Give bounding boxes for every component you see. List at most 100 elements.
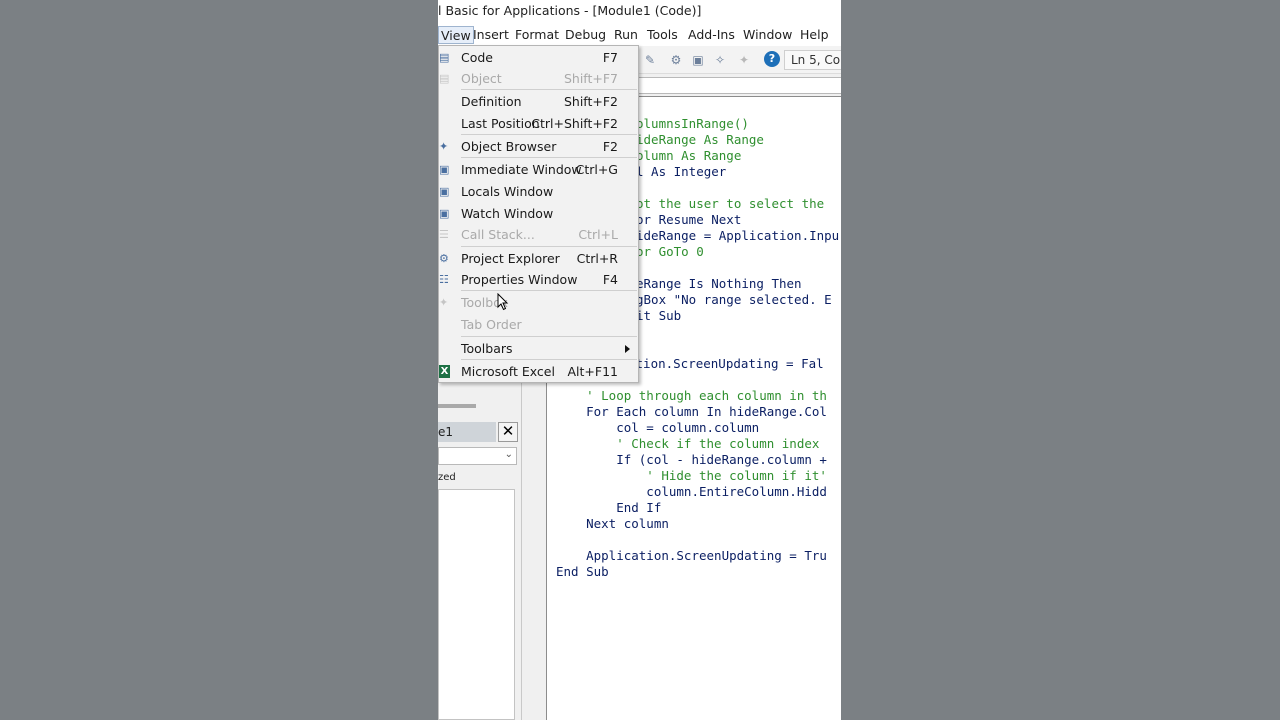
- menu-item-shortcut: Alt+F11: [567, 364, 619, 379]
- help-icon[interactable]: ?: [764, 51, 780, 67]
- menu-separator: [461, 89, 637, 90]
- menu-item-definition[interactable]: Definition Shift+F2: [439, 92, 638, 112]
- locals-window-icon: ▣: [439, 185, 450, 198]
- menu-item-shortcut: Ctrl+R: [576, 251, 618, 266]
- menu-item-toolbars[interactable]: Toolbars: [439, 339, 638, 359]
- menu-item-microsoft-excel[interactable]: X Microsoft Excel Alt+F11: [439, 362, 638, 382]
- code-line: or GoTo 0: [636, 244, 704, 259]
- code-line: column.EntireColumn.Hidd: [556, 484, 827, 499]
- project-explorer-icon[interactable]: ⚙: [668, 52, 684, 68]
- code-line: olumnsInRange(): [636, 116, 749, 131]
- object-icon: ▤: [439, 72, 450, 85]
- menu-item-call-stack: ☰ Call Stack... Ctrl+L: [439, 225, 638, 245]
- menu-item-shortcut: Ctrl+Shift+F2: [531, 116, 618, 131]
- menu-item-shortcut: F4: [602, 272, 618, 287]
- menu-item-label: Object Browser: [461, 139, 557, 154]
- menu-item-label: Call Stack...: [461, 227, 535, 242]
- submenu-arrow-icon: [625, 345, 630, 353]
- menu-separator: [461, 134, 637, 135]
- menu-item-code[interactable]: ▤ Code F7: [439, 48, 638, 68]
- menu-item-last-position[interactable]: Last Position Ctrl+Shift+F2: [439, 114, 638, 134]
- code-line: For Each column In hideRange.Col: [556, 404, 827, 419]
- menu-item-label: Microsoft Excel: [461, 364, 555, 379]
- code-window-icon: ▤: [439, 51, 450, 64]
- code-line: Application.ScreenUpdating = Tru: [556, 548, 827, 563]
- menu-item-shortcut: Ctrl+L: [578, 227, 618, 242]
- design-mode-icon[interactable]: ✎: [642, 52, 658, 68]
- menu-separator: [461, 336, 637, 337]
- menu-item-tab-order: Tab Order: [439, 315, 638, 335]
- menu-item-shortcut: Ctrl+G: [575, 162, 618, 177]
- menu-item-label: Locals Window: [461, 184, 554, 199]
- menu-item-object: ▤ Object Shift+F7: [439, 69, 638, 89]
- object-combo[interactable]: ⌄: [438, 447, 517, 465]
- menu-item-label: Last Position: [461, 116, 540, 131]
- code-line: ' Check if the column index: [556, 436, 820, 451]
- properties-tab[interactable]: zed: [438, 472, 456, 483]
- toolbox-icon: ✦: [439, 296, 449, 309]
- menu-item-immediate-window[interactable]: ▣ Immediate Window Ctrl+G: [439, 160, 638, 180]
- code-line: ideRange As Range: [636, 132, 764, 147]
- excel-icon: X: [439, 365, 450, 378]
- properties-icon[interactable]: ▣: [690, 52, 706, 68]
- view-menu: ▤ Code F7 ▤ Object Shift+F7 Definition Shift+F2…: [438, 45, 639, 383]
- code-line: gBox "No range selected. E: [636, 292, 832, 307]
- pane-splitter[interactable]: [438, 404, 476, 408]
- chevron-down-icon: ⌄: [504, 449, 513, 460]
- properties-title: e1: [438, 422, 496, 442]
- watch-window-icon: ▣: [439, 207, 450, 220]
- code-line: ' Loop through each column in th: [556, 388, 827, 403]
- menu-item-label: Project Explorer: [461, 251, 560, 266]
- menu-addins[interactable]: Add-Ins: [686, 26, 737, 44]
- menu-item-label: Toolbars: [461, 341, 513, 356]
- code-line: ation.ScreenUpdating = Fal: [628, 356, 824, 371]
- code-line: If (col - hideRange.column +: [556, 452, 827, 467]
- procedure-combo[interactable]: [638, 77, 841, 94]
- menu-item-label: Object: [461, 71, 502, 86]
- menu-format[interactable]: Format: [513, 26, 561, 44]
- code-line: it Sub: [636, 308, 682, 323]
- mouse-cursor-icon: [497, 293, 509, 311]
- menu-item-properties-window[interactable]: ☷ Properties Window F4: [439, 270, 638, 290]
- toolbox-icon[interactable]: ✦: [736, 52, 752, 68]
- menu-window[interactable]: Window: [741, 26, 794, 44]
- code-line: l As Integer: [636, 164, 727, 179]
- menu-help[interactable]: Help: [798, 26, 831, 44]
- cursor-position: Ln 5, Col: [784, 50, 841, 70]
- code-line: ot the user to select the: [636, 196, 825, 211]
- menu-item-watch-window[interactable]: ▣ Watch Window: [439, 204, 638, 224]
- menu-separator: [461, 246, 637, 247]
- menu-item-locals-window[interactable]: ▣ Locals Window: [439, 182, 638, 202]
- immediate-window-icon: ▣: [439, 163, 450, 176]
- menu-insert[interactable]: Insert: [471, 26, 511, 44]
- menu-item-label: Definition: [461, 94, 522, 109]
- menu-item-shortcut: F7: [602, 50, 618, 65]
- object-browser-icon: ✦: [439, 140, 449, 153]
- menu-item-shortcut: Shift+F2: [563, 94, 618, 109]
- menu-item-label: Watch Window: [461, 206, 554, 221]
- code-line: eRange Is Nothing Then: [636, 276, 802, 291]
- menu-view[interactable]: View: [438, 26, 474, 44]
- menu-item-object-browser[interactable]: ✦ Object Browser F2: [439, 137, 638, 157]
- object-browser-icon[interactable]: ✧: [712, 52, 728, 68]
- menu-bar: View Insert Format Debug Run Tools Add-I…: [438, 24, 841, 46]
- menu-item-label: Properties Window: [461, 272, 578, 287]
- menu-item-label: Code: [461, 50, 494, 65]
- menu-item-label: Tab Order: [461, 317, 522, 332]
- window-title: l Basic for Applications - [Module1 (Cod…: [438, 0, 841, 24]
- code-line: Next column: [556, 516, 669, 531]
- call-stack-icon: ☰: [439, 228, 449, 241]
- code-line: or Resume Next: [636, 212, 742, 227]
- menu-separator: [461, 290, 637, 291]
- menu-separator: [461, 157, 637, 158]
- menu-debug[interactable]: Debug: [563, 26, 608, 44]
- menu-tools[interactable]: Tools: [645, 26, 680, 44]
- project-explorer-icon: ⚙: [439, 252, 449, 265]
- menu-item-shortcut: F2: [602, 139, 618, 154]
- menu-run[interactable]: Run: [612, 26, 640, 44]
- properties-list: [438, 489, 515, 720]
- code-line: End If: [556, 500, 662, 515]
- menu-item-shortcut: Shift+F7: [563, 71, 618, 86]
- close-icon[interactable]: ✕: [498, 422, 518, 442]
- menu-item-project-explorer[interactable]: ⚙ Project Explorer Ctrl+R: [439, 249, 638, 269]
